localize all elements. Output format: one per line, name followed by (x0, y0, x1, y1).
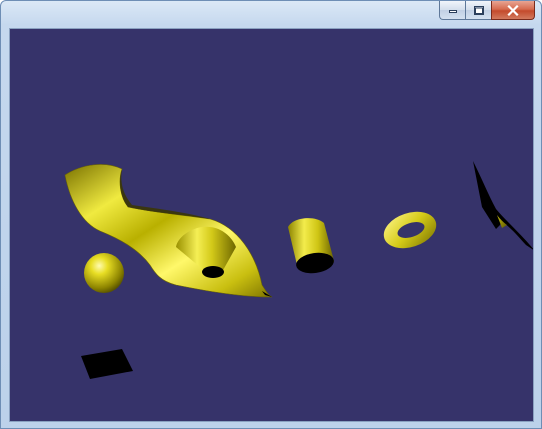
3d-viewport[interactable] (9, 28, 534, 422)
box-shape[interactable] (81, 349, 133, 379)
app-window (0, 0, 542, 429)
minimize-icon (448, 10, 457, 13)
maximize-button[interactable] (465, 1, 491, 20)
close-icon (507, 4, 519, 16)
caption-buttons (439, 1, 535, 21)
maximize-icon (473, 5, 484, 15)
sphere-shape[interactable] (84, 253, 124, 293)
minimize-button[interactable] (439, 1, 465, 20)
scene-canvas[interactable] (10, 29, 533, 421)
title-bar[interactable] (1, 1, 541, 25)
cylinder-shape[interactable] (288, 218, 335, 275)
wedge-shape[interactable] (473, 161, 533, 251)
close-button[interactable] (491, 1, 535, 20)
torus-shape[interactable] (379, 205, 441, 254)
